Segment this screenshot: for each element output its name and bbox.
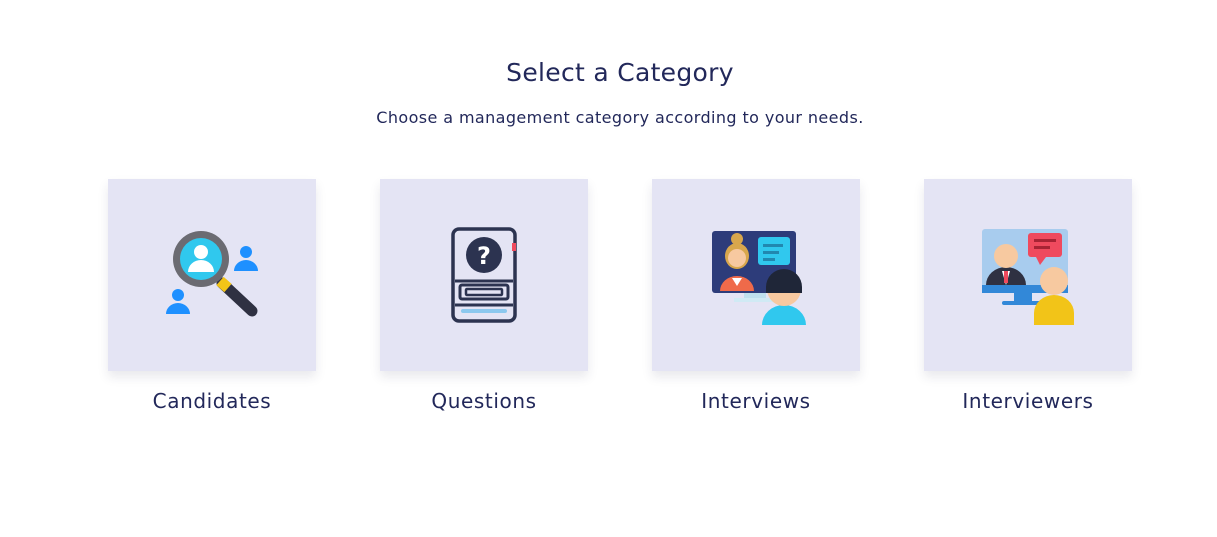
category-label-interviews[interactable]: Interviews xyxy=(652,389,860,413)
category-card-questions[interactable]: ? Questions xyxy=(380,179,588,413)
category-tile-candidates[interactable] xyxy=(108,179,316,371)
category-card-interviews[interactable]: Interviews xyxy=(652,179,860,413)
category-label-candidates[interactable]: Candidates xyxy=(108,389,316,413)
category-tile-interviews[interactable] xyxy=(652,179,860,371)
page-title: Select a Category xyxy=(506,58,734,87)
page-subtitle: Choose a management category according t… xyxy=(376,108,864,127)
category-card-candidates[interactable]: Candidates xyxy=(108,179,316,413)
magnifier-people-icon xyxy=(166,231,258,317)
question-book-icon: ? xyxy=(451,227,517,323)
category-label-questions[interactable]: Questions xyxy=(380,389,588,413)
category-tile-interviewers[interactable] xyxy=(924,179,1132,371)
interviewer-chat-icon xyxy=(982,229,1074,325)
category-tile-questions[interactable]: ? xyxy=(380,179,588,371)
video-interview-icon xyxy=(712,231,806,325)
category-card-interviewers[interactable]: Interviewers xyxy=(924,179,1132,413)
svg-text:?: ? xyxy=(477,242,491,270)
category-label-interviewers[interactable]: Interviewers xyxy=(924,389,1132,413)
